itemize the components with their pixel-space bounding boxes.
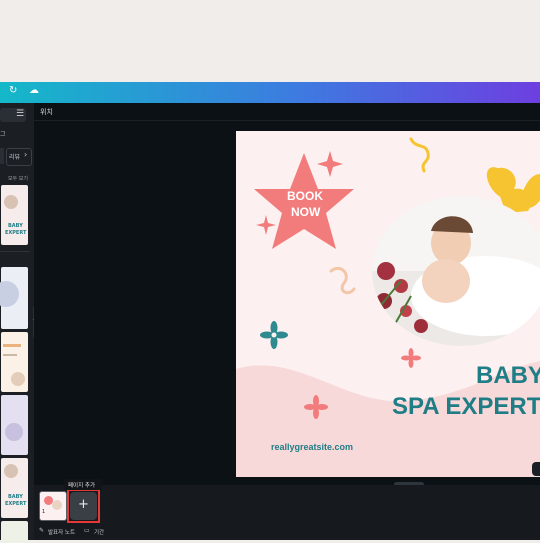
squiggle (329, 266, 356, 295)
tooltip-text: 페이지 추가 (68, 483, 96, 489)
baby-photo (372, 196, 540, 346)
pages-strip (34, 485, 540, 540)
see-all-link[interactable]: 모두 보기 (8, 175, 28, 182)
template-thumbnail[interactable] (1, 332, 28, 392)
tab-chip-label: 리뷰 (9, 154, 21, 161)
thumb-title: BABY (8, 223, 23, 229)
cloud-sync-icon[interactable]: ☁ (29, 85, 39, 96)
design-title-line2[interactable]: SPA EXPERT (392, 393, 540, 421)
page-label: 위치 (40, 108, 53, 116)
template-thumbnail[interactable]: BABY EXPERT (1, 185, 28, 245)
presenter-notes-button[interactable]: ✎ 발표자 노트 (39, 527, 81, 537)
design-artwork (236, 137, 540, 477)
template-thumbnail[interactable] (1, 395, 28, 455)
tab-chip-review[interactable]: 리뷰 › (6, 148, 32, 166)
sliders-icon[interactable]: ☰ (16, 109, 24, 119)
baby-photo-thumb (4, 464, 18, 478)
timer-icon: ▭ (84, 527, 90, 534)
timer-label: 기간 (94, 530, 105, 536)
design-website[interactable]: reallygreatsite.com (271, 442, 353, 452)
thumb-subtitle: EXPERT (5, 501, 27, 507)
sparkle (317, 151, 343, 177)
thumb-bar (3, 344, 21, 347)
notes-icon: ✎ (39, 527, 45, 534)
thumb-subtitle: EXPERT (5, 230, 27, 236)
add-page-tooltip: 페이지 추가 (64, 479, 102, 490)
squiggle (409, 137, 430, 173)
search-box[interactable]: ☰ (0, 108, 26, 122)
book-now-line2[interactable]: NOW (291, 205, 320, 219)
timer-button[interactable]: ▭ 기간 (84, 527, 108, 537)
template-thumbnail[interactable]: BABY EXPERT (1, 458, 28, 518)
top-toolbar: ↻ ☁ (0, 82, 540, 103)
design-canvas[interactable]: BOOK NOW BABY SPA EXPERT reallygreatsite… (236, 131, 540, 477)
plus-icon: + (78, 497, 89, 512)
coral-flower (401, 348, 421, 368)
divider (34, 120, 540, 121)
section-label: 그 (0, 131, 6, 138)
redo-icon[interactable]: ↻ (9, 85, 17, 96)
photo-circle-thumb (0, 281, 19, 307)
design-title-line1[interactable]: BABY (476, 362, 540, 390)
notes-label: 발표자 노트 (48, 530, 76, 536)
scroll-handle[interactable] (532, 462, 540, 476)
chevron-right-icon[interactable]: › (24, 150, 27, 159)
template-thumbnail[interactable] (0, 267, 28, 329)
sparkle (256, 215, 276, 235)
book-now-line1[interactable]: BOOK (287, 189, 323, 203)
thumb-title: BABY (8, 494, 23, 500)
divider (0, 251, 30, 252)
page-thumb-photo (52, 500, 62, 510)
baby-photo-thumb (4, 195, 18, 209)
teal-flower (260, 321, 288, 349)
add-page-button[interactable]: + (70, 492, 97, 520)
tab-chip-prev[interactable] (0, 148, 4, 164)
thumb-photo (11, 372, 25, 386)
page-thumbnail[interactable]: 1 (39, 491, 67, 521)
page-number: 1 (42, 509, 46, 515)
thumb-photo (5, 423, 23, 441)
left-side-panel: ☰ 그 리뷰 › 모두 보기 BABY EXPERT BABY EXPERT (0, 103, 34, 543)
thumb-bar (3, 354, 17, 356)
